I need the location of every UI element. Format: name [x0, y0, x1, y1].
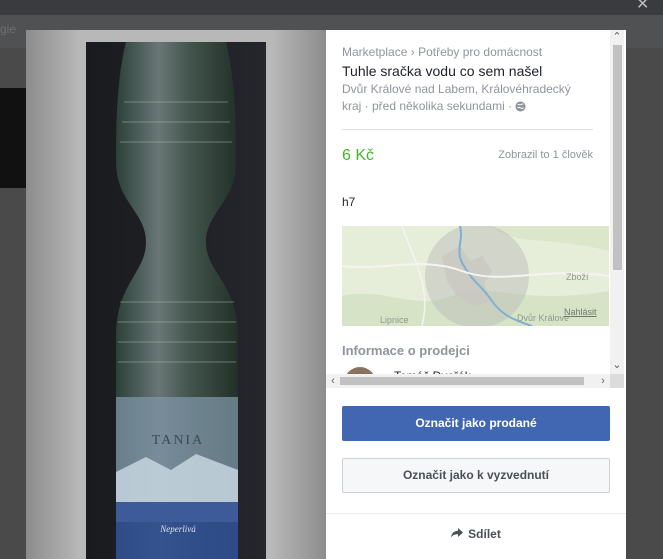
location-map[interactable]: Zboží Lipnice Dvůr Králové Nahlásit [342, 226, 609, 326]
details-scroll-area[interactable]: Marketplace › Potřeby pro domácnost Tuhl… [326, 30, 624, 388]
listing-photo[interactable]: TANIA Neperlivá [86, 42, 266, 559]
scroll-down-icon[interactable]: ⌄ [610, 358, 624, 372]
vertical-scroll-thumb[interactable] [613, 45, 622, 270]
bottle-image: TANIA Neperlivá [86, 42, 266, 559]
listing-location: Dvůr Králové nad Labem, Královéhradecký … [342, 81, 592, 117]
breadcrumb: Marketplace › Potřeby pro domácnost [342, 45, 542, 59]
map-label-zbozi: Zboží [566, 272, 589, 282]
top-bar [0, 0, 663, 15]
background-thumbnail [0, 88, 26, 188]
breadcrumb-marketplace[interactable]: Marketplace [342, 45, 407, 59]
map-report-link[interactable]: Nahlásit [564, 307, 597, 317]
mark-sold-button[interactable]: Označit jako prodané [342, 406, 610, 441]
bottle-label: TANIA [152, 433, 204, 448]
listing-title: Tuhle sračka vodu co sem našel [342, 63, 543, 79]
share-icon [451, 527, 464, 541]
details-pane: Marketplace › Potřeby pro domácnost Tuhl… [326, 30, 626, 559]
scrollbar-corner [610, 374, 624, 388]
share-divider [326, 513, 626, 514]
share-button[interactable]: Sdílet [326, 527, 626, 541]
listing-price: 6 Kč [342, 147, 375, 164]
background-nav-text: gie [0, 22, 17, 36]
photo-area: TANIA Neperlivá [26, 30, 326, 559]
divider [342, 129, 593, 130]
horizontal-scroll-thumb[interactable] [340, 377, 584, 385]
listing-description: h7 [342, 195, 356, 209]
breadcrumb-category[interactable]: Potřeby pro domácnost [418, 45, 542, 59]
share-label: Sdílet [468, 527, 501, 541]
bottle-sublabel: Neperlivá [159, 524, 196, 534]
mark-pickup-button[interactable]: Označit jako k vyzvednutí [342, 458, 610, 493]
location-line-1: Dvůr Králové nad Labem, Královéhradecký [342, 82, 571, 96]
horizontal-scrollbar[interactable]: ‹ › [326, 374, 610, 388]
seller-info-heading: Informace o prodejci [342, 343, 470, 358]
globe-icon [515, 100, 526, 117]
scroll-up-icon[interactable]: ⌃ [610, 30, 624, 44]
close-icon[interactable]: ✕ [636, 0, 649, 14]
vertical-scrollbar[interactable]: ⌃ ⌄ [610, 30, 624, 374]
breadcrumb-separator: › [410, 45, 415, 59]
scroll-right-icon[interactable]: › [596, 374, 610, 388]
map-label-dvur: Dvůr Králové [517, 313, 570, 323]
listing-modal: TANIA Neperlivá Marketplace › Potřeby pr… [26, 30, 626, 559]
view-count: Zobrazil to 1 člověk [498, 149, 593, 161]
map-label-lipnice: Lipnice [380, 315, 409, 325]
scroll-left-icon[interactable]: ‹ [326, 374, 340, 388]
location-line-2: kraj · před několika sekundami · [342, 99, 516, 113]
